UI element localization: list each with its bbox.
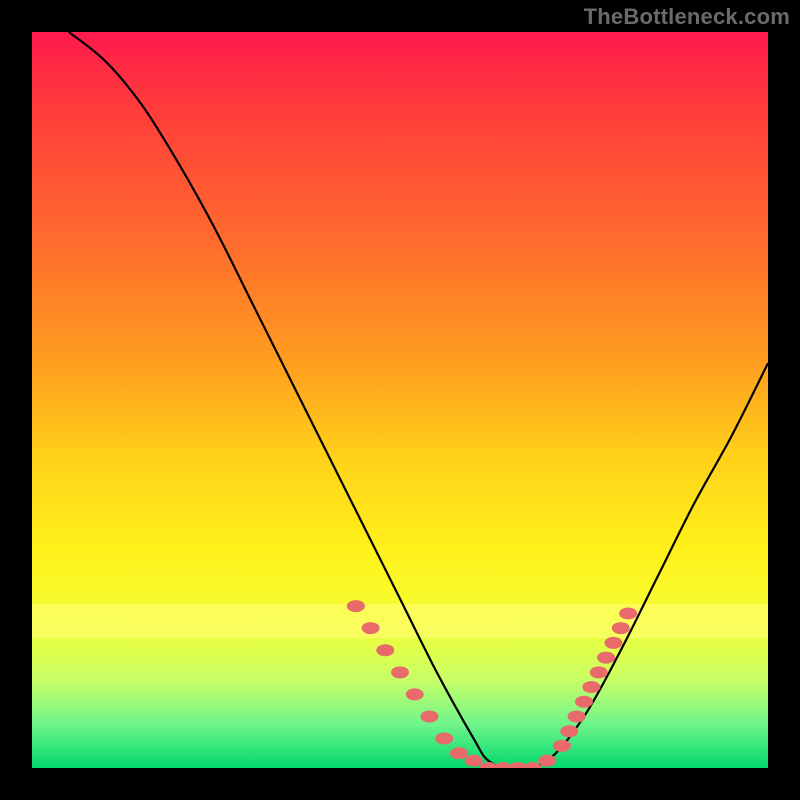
data-point	[376, 644, 394, 656]
plot-area	[32, 32, 768, 768]
data-point	[465, 755, 483, 767]
data-point	[538, 755, 556, 767]
data-point	[619, 607, 637, 619]
data-point	[582, 681, 600, 693]
watermark-text: TheBottleneck.com	[584, 4, 790, 30]
data-point	[597, 652, 615, 664]
data-point	[612, 622, 630, 634]
bottleneck-curve	[69, 32, 768, 768]
data-markers	[347, 600, 637, 768]
data-point	[450, 747, 468, 759]
data-point	[347, 600, 365, 612]
data-point	[523, 762, 541, 768]
data-point	[391, 666, 409, 678]
data-point	[362, 622, 380, 634]
data-point	[435, 733, 453, 745]
chart-svg	[32, 32, 768, 768]
data-point	[568, 710, 586, 722]
data-point	[406, 688, 424, 700]
data-point	[604, 637, 622, 649]
data-point	[420, 710, 438, 722]
chart-frame: TheBottleneck.com	[0, 0, 800, 800]
data-point	[560, 725, 578, 737]
data-point	[553, 740, 571, 752]
data-point	[590, 666, 608, 678]
data-point	[575, 696, 593, 708]
